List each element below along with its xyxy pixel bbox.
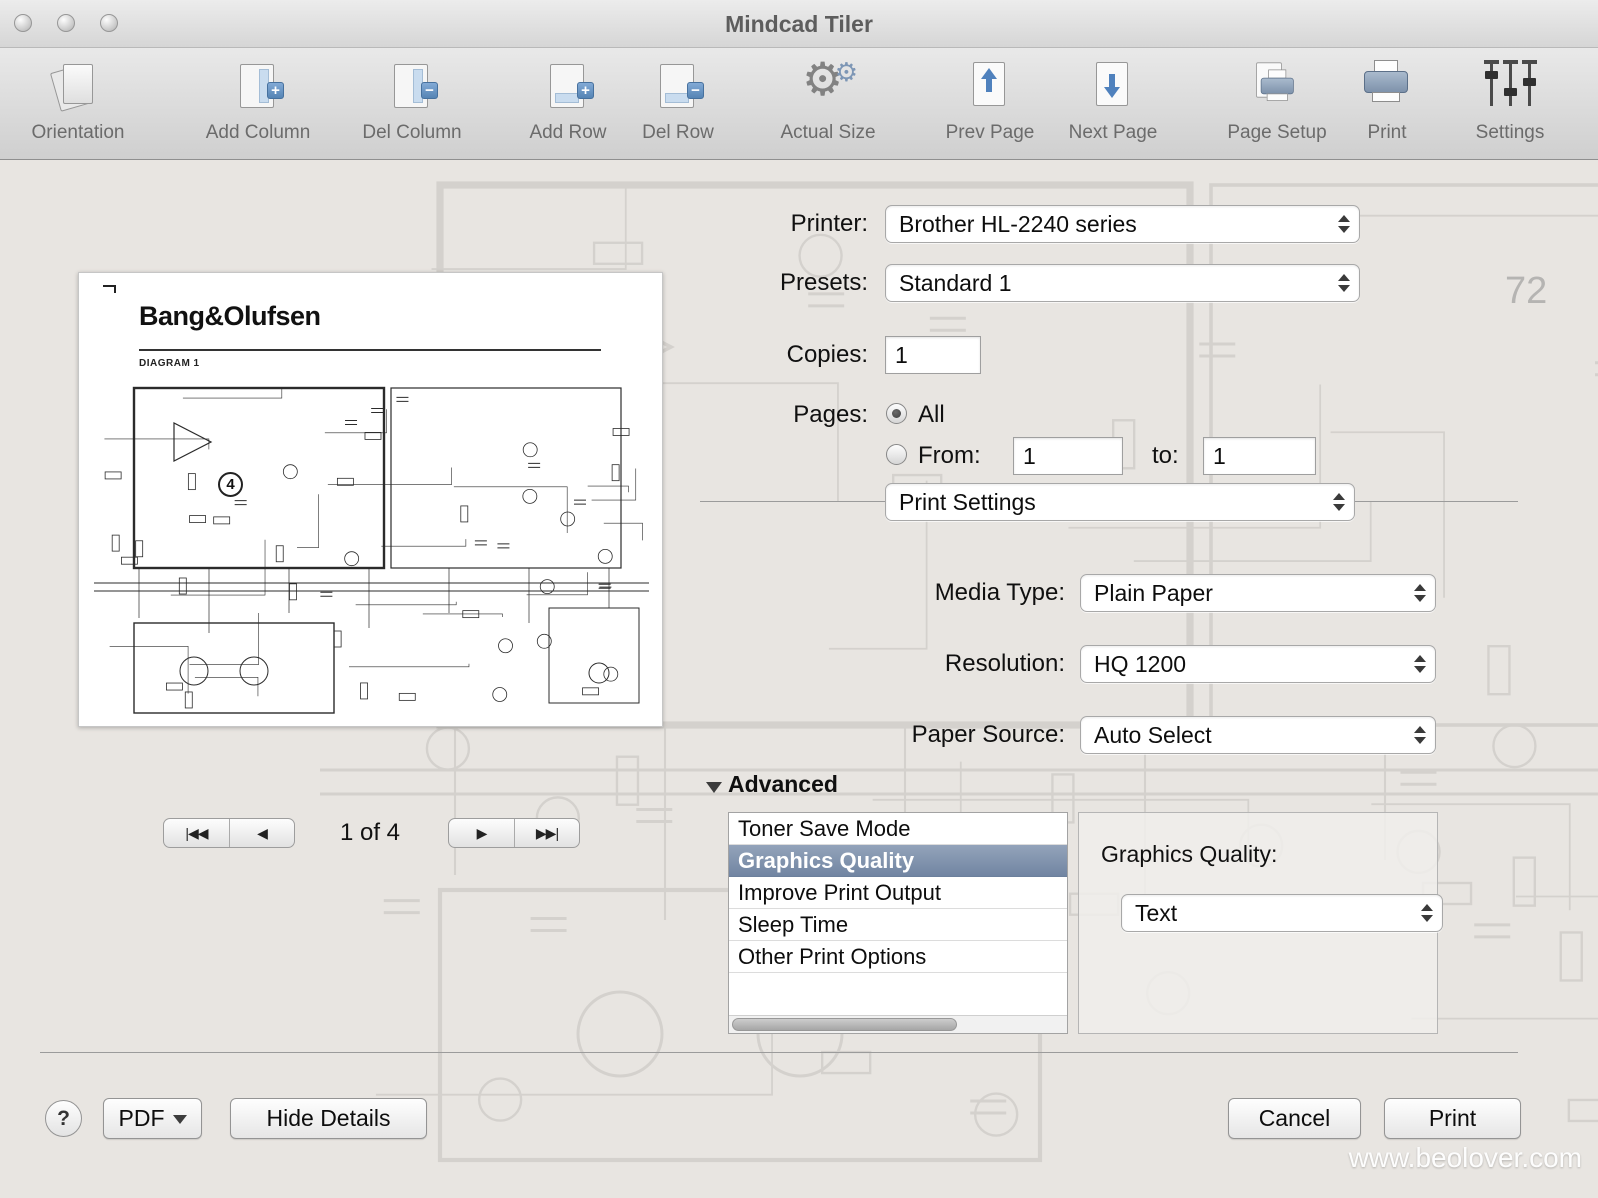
page-indicator: 1 of 4: [339, 819, 401, 846]
pdf-caret-icon: [172, 1115, 187, 1125]
pages-from-input[interactable]: [1013, 437, 1123, 475]
dropdown-arrows-icon: [1421, 904, 1433, 922]
preview-rule: [139, 349, 601, 351]
first-page-button[interactable]: |◀◀: [164, 819, 229, 847]
pages-to-input[interactable]: [1203, 437, 1316, 475]
titlebar: Mindcad Tiler: [0, 0, 1598, 48]
media-type-value: Plain Paper: [1094, 580, 1213, 606]
app-window: Mindcad Tiler Orientation Add Column Del…: [0, 0, 1598, 1198]
pages-all-radio[interactable]: [886, 403, 907, 424]
pdf-button[interactable]: PDF: [103, 1098, 202, 1139]
del-column-icon: [380, 56, 444, 120]
list-item-toner-save-mode[interactable]: Toner Save Mode: [729, 813, 1067, 845]
actual-size-icon: [796, 56, 860, 120]
window-title: Mindcad Tiler: [725, 11, 873, 37]
printer-value: Brother HL-2240 series: [899, 211, 1137, 237]
toolbar-button-actual-size[interactable]: Actual Size: [753, 56, 903, 156]
advanced-label[interactable]: Advanced: [728, 768, 838, 800]
horizontal-scrollbar: [729, 1015, 1067, 1033]
toolbar-button-orientation[interactable]: Orientation: [3, 56, 153, 156]
pdf-button-label: PDF: [118, 1105, 165, 1131]
cancel-button[interactable]: Cancel: [1228, 1098, 1361, 1139]
presets-label: Presets:: [779, 269, 868, 296]
toolbar-button-del-column[interactable]: Del Column: [337, 56, 487, 156]
pages-from-label: From:: [918, 442, 981, 469]
paper-source-label: Paper Source:: [911, 721, 1065, 748]
media-type-label: Media Type:: [934, 579, 1065, 606]
copies-input[interactable]: [885, 336, 981, 374]
print-button[interactable]: Print: [1384, 1098, 1521, 1139]
dropdown-arrows-icon: [1333, 493, 1345, 511]
printer-select[interactable]: Brother HL-2240 series: [885, 205, 1360, 243]
graphics-quality-select[interactable]: Text: [1121, 894, 1443, 932]
pages-to-label: to:: [1152, 442, 1179, 469]
graphics-quality-value: Text: [1135, 900, 1178, 926]
schematic-circled-number: 4: [218, 472, 243, 497]
printer-label: Printer:: [790, 210, 868, 237]
print-icon: [1355, 56, 1419, 120]
pages-label: Pages:: [793, 401, 868, 428]
toolbar-button-next-page[interactable]: Next Page: [1038, 56, 1188, 156]
schematic-drawing: [94, 386, 649, 714]
copies-label: Copies:: [786, 341, 868, 368]
print-preview: Bang&Olufsen DIAGRAM 1 4: [78, 272, 663, 727]
add-row-icon: [536, 56, 600, 120]
add-column-icon: [226, 56, 290, 120]
presets-select[interactable]: Standard 1: [885, 264, 1360, 302]
presets-value: Standard 1: [899, 270, 1012, 296]
next-page-icon: [1081, 56, 1145, 120]
graphics-quality-panel: Graphics Quality: Text: [1078, 812, 1443, 1034]
bottom-separator: [40, 1052, 1518, 1053]
dropdown-arrows-icon: [1414, 584, 1426, 602]
toolbar-button-settings[interactable]: Settings: [1435, 56, 1585, 156]
page-nav-back-group: |◀◀ ◀: [163, 818, 295, 848]
prev-page-button[interactable]: ◀: [229, 819, 294, 847]
advanced-options-list: Toner Save Mode Graphics Quality Improve…: [728, 812, 1068, 1034]
list-item-graphics-quality[interactable]: Graphics Quality: [729, 845, 1067, 877]
dropdown-arrows-icon: [1414, 655, 1426, 673]
hide-details-button[interactable]: Hide Details: [230, 1098, 427, 1139]
paper-source-select[interactable]: Auto Select: [1080, 716, 1436, 754]
resolution-select[interactable]: HQ 1200: [1080, 645, 1436, 683]
advanced-disclosure-icon[interactable]: [706, 782, 722, 793]
preview-diagram-label: DIAGRAM 1: [139, 358, 200, 369]
media-type-select[interactable]: Plain Paper: [1080, 574, 1436, 612]
horizontal-scrollbar-thumb[interactable]: [732, 1018, 957, 1031]
graphics-quality-label: Graphics Quality:: [1101, 841, 1278, 867]
print-settings-pane-select[interactable]: Print Settings: [885, 483, 1355, 521]
page-setup-icon: [1245, 56, 1309, 120]
list-item-other-print-options[interactable]: Other Print Options: [729, 941, 1067, 973]
dropdown-arrows-icon: [1414, 726, 1426, 744]
settings-icon: [1478, 56, 1542, 120]
print-settings-pane-value: Print Settings: [899, 489, 1036, 515]
crop-mark: [103, 285, 116, 293]
pages-range-radio[interactable]: [886, 444, 907, 465]
toolbar-button-add-column[interactable]: Add Column: [183, 56, 333, 156]
paper-source-value: Auto Select: [1094, 722, 1212, 748]
list-item-improve-print-output[interactable]: Improve Print Output: [729, 877, 1067, 909]
background-page-number: 72: [1505, 270, 1548, 312]
toolbar-button-del-row[interactable]: Del Row: [603, 56, 753, 156]
prev-page-icon: [958, 56, 1022, 120]
preview-brand: Bang&Olufsen: [139, 301, 321, 331]
list-item-sleep-time[interactable]: Sleep Time: [729, 909, 1067, 941]
dropdown-arrows-icon: [1338, 215, 1350, 233]
resolution-label: Resolution:: [944, 650, 1065, 677]
toolbar: Orientation Add Column Del Column Add Ro…: [0, 48, 1598, 160]
pages-all-label: All: [918, 401, 945, 428]
del-row-icon: [646, 56, 710, 120]
resolution-value: HQ 1200: [1094, 651, 1187, 677]
watermark: www.beolover.com: [1348, 1142, 1582, 1173]
last-page-button[interactable]: ▶▶|: [514, 819, 579, 847]
page-nav-forward-group: ▶ ▶▶|: [448, 818, 580, 848]
print-dialog: 72 Bang&Olufsen DIAGRAM 1 4 |◀◀ ◀ 1 of 4…: [0, 160, 1598, 1198]
help-button[interactable]: ?: [45, 1100, 82, 1137]
dropdown-arrows-icon: [1338, 274, 1350, 292]
next-page-button[interactable]: ▶: [449, 819, 514, 847]
orientation-icon: [46, 56, 110, 120]
